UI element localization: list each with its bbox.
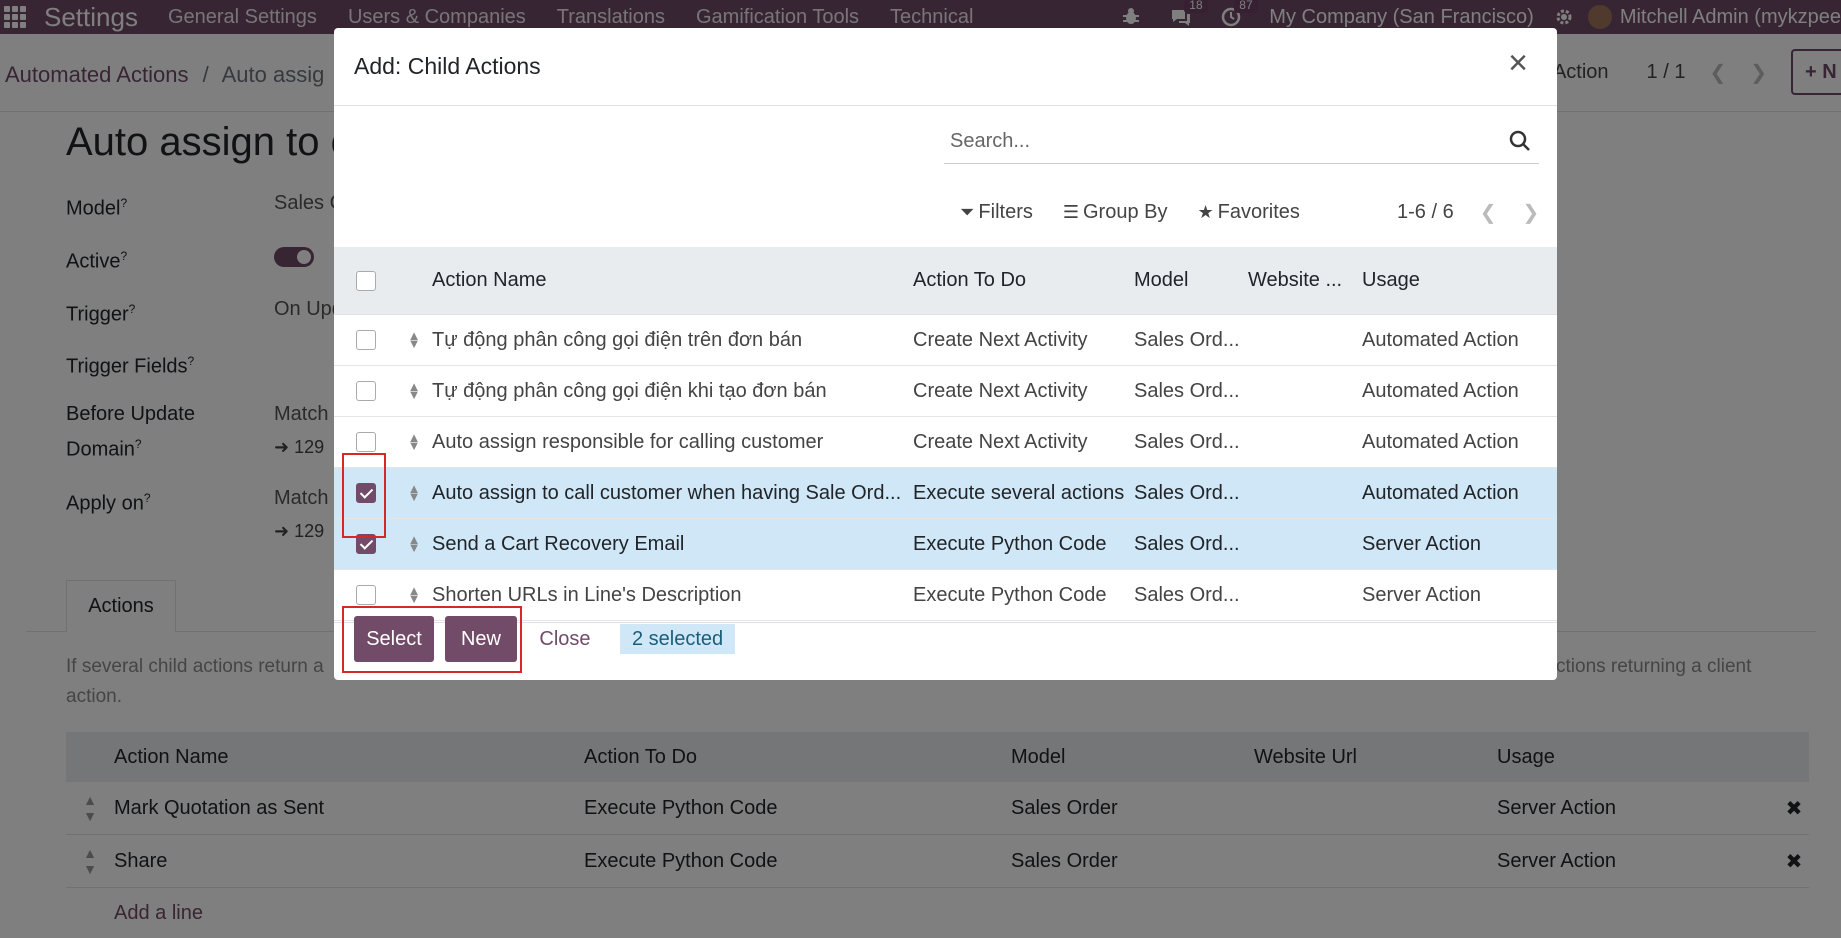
cell-model: Sales Ord... [1134, 328, 1240, 351]
row-checkbox[interactable] [356, 432, 376, 452]
drag-handle-icon[interactable]: ▲▼ [398, 482, 430, 503]
list-header: Action Name Action To Do Model Website .… [334, 247, 1557, 315]
cell-action-name: Shorten URLs in Line's Description [432, 583, 742, 606]
list-row[interactable]: ▲ ▼ Auto assign responsible for calling c… [334, 417, 1557, 468]
modal-header: Add: Child Actions × [334, 28, 1557, 106]
favorites-button[interactable]: ★ Favorites [1197, 201, 1299, 224]
selected-count-badge: 2 selected [620, 624, 736, 654]
new-button[interactable]: New [445, 616, 517, 662]
column-header-usage[interactable]: Usage [1358, 269, 1538, 292]
cell-usage: Automated Action [1362, 379, 1519, 402]
drag-handle-icon[interactable]: ▲▼ [398, 533, 430, 554]
select-all-checkbox[interactable] [356, 270, 376, 291]
search-icon[interactable] [1509, 130, 1531, 158]
drag-handle-icon[interactable]: ▲▼ [398, 380, 430, 401]
row-checkbox-cell [334, 585, 398, 605]
list-row[interactable]: ▲ ▼ Tự động phân công gọi điện trên đơn b… [334, 315, 1557, 366]
cell-model: Sales Ord... [1134, 379, 1240, 402]
row-checkbox-cell [334, 330, 398, 350]
cell-model: Sales Ord... [1134, 583, 1240, 606]
modal-footer-divider [334, 622, 1557, 623]
select-all-checkbox-cell [334, 270, 398, 291]
pager-prev-icon[interactable]: ❮ [1480, 200, 1497, 225]
list-row[interactable]: ▲ ▼ Shorten URLs in Line's Description Ex… [334, 570, 1557, 621]
cell-action-to-do: Create Next Activity [913, 430, 1088, 453]
cell-model: Sales Ord... [1134, 430, 1240, 453]
cell-action-name: Tự động phân công gọi điện khi tạo đơn b… [432, 379, 827, 402]
row-checkbox-cell [334, 432, 398, 452]
cell-action-to-do: Execute Python Code [913, 583, 1107, 606]
cell-action-name: Auto assign to call customer when having… [432, 481, 902, 504]
row-checkbox-cell [334, 381, 398, 401]
filters-label: Filters [978, 201, 1033, 223]
cell-usage: Automated Action [1362, 481, 1519, 504]
cell-usage: Server Action [1362, 532, 1481, 555]
drag-handle-icon[interactable]: ▲▼ [398, 431, 430, 452]
drag-handle-icon[interactable]: ▲▼ [398, 584, 430, 605]
cell-model: Sales Ord... [1134, 532, 1240, 555]
actions-list: Action Name Action To Do Model Website .… [334, 247, 1557, 621]
row-checkbox-cell [334, 483, 398, 503]
pager-next-icon[interactable]: ❯ [1522, 200, 1539, 225]
search-options: ⏷ Filters ☰ Group By ★ Favorites [960, 201, 1330, 224]
list-row-selected[interactable]: ▲ ▼ Auto assign to call customer when hav… [334, 468, 1557, 519]
cell-action-name: Auto assign responsible for calling cust… [432, 430, 824, 453]
close-icon[interactable]: × [1501, 46, 1535, 82]
close-button[interactable]: Close [530, 616, 600, 662]
cell-usage: Server Action [1362, 583, 1481, 606]
column-header-action-to-do[interactable]: Action To Do [909, 269, 1130, 292]
row-checkbox[interactable] [356, 381, 376, 401]
layers-icon: ☰ [1062, 202, 1079, 222]
list-row[interactable]: ▲ ▼ Tự động phân công gọi điện khi tạo đơ… [334, 366, 1557, 417]
row-checkbox[interactable] [356, 330, 376, 350]
filter-icon: ⏷ [960, 202, 975, 222]
cell-action-to-do: Create Next Activity [913, 328, 1088, 351]
group-by-label: Group By [1083, 201, 1168, 223]
cell-action-to-do: Create Next Activity [913, 379, 1088, 402]
cell-action-to-do: Execute several actions [913, 481, 1125, 504]
row-checkbox-checked[interactable] [356, 483, 376, 503]
search-bar [944, 120, 1539, 164]
modal-pager: 1-6 / 6 ❮ ❯ [1397, 200, 1539, 225]
select-button[interactable]: Select [354, 616, 434, 662]
cell-model: Sales Ord... [1134, 481, 1240, 504]
cell-action-name: Send a Cart Recovery Email [432, 532, 685, 555]
star-icon: ★ [1197, 202, 1214, 222]
column-header-model[interactable]: Model [1130, 269, 1244, 292]
cell-action-to-do: Execute Python Code [913, 532, 1107, 555]
list-row-selected[interactable]: ▲ ▼ Send a Cart Recovery Email Execute Py… [334, 519, 1557, 570]
cell-usage: Automated Action [1362, 430, 1519, 453]
cell-usage: Automated Action [1362, 328, 1519, 351]
group-by-button[interactable]: ☰ Group By [1063, 201, 1168, 224]
add-child-actions-dialog: Add: Child Actions × ⏷Filters ☰Group By … [334, 28, 1557, 680]
filters-button[interactable]: ⏷ Filters [960, 201, 1033, 224]
cell-action-name: Tự động phân công gọi điện trên đơn bán [432, 328, 803, 351]
drag-handle-icon[interactable]: ▲▼ [398, 329, 430, 350]
row-checkbox-checked[interactable] [356, 534, 376, 554]
column-header-action-name[interactable]: Action Name [430, 269, 909, 292]
column-header-website-url[interactable]: Website ... [1244, 269, 1358, 292]
search-input[interactable] [944, 120, 1484, 162]
pager-value[interactable]: 1-6 / 6 [1397, 201, 1454, 224]
row-checkbox[interactable] [356, 585, 376, 605]
modal-title: Add: Child Actions [354, 53, 541, 79]
row-checkbox-cell [334, 534, 398, 554]
favorites-label: Favorites [1217, 201, 1300, 223]
